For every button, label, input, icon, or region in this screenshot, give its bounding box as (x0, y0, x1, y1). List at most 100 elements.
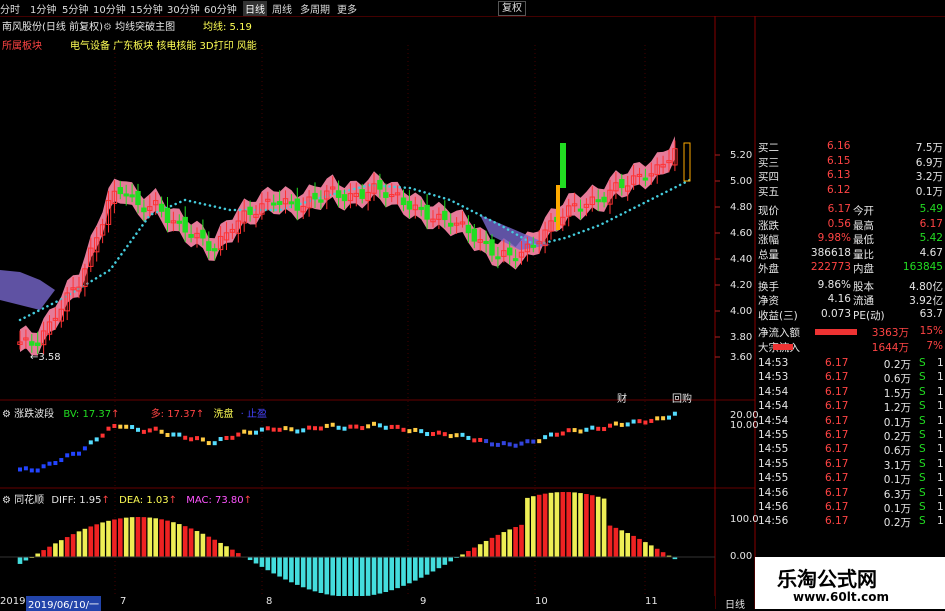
flow-value: 3363万 (871, 327, 909, 339)
wave-mark (118, 424, 123, 429)
finance-marker[interactable]: 财 (617, 390, 627, 405)
date-prefix: 2019 (0, 596, 26, 607)
macd-bar (289, 557, 294, 583)
wave-mark (195, 436, 199, 441)
macd-bar (448, 557, 453, 562)
wave-mark (413, 427, 418, 432)
stat-label: 股本 (853, 280, 874, 293)
tick-count: 1 (937, 357, 944, 369)
wave-mark (478, 437, 483, 442)
macd-bar (17, 557, 23, 564)
candle-body (359, 189, 365, 199)
tick-time: 14:54 (758, 385, 789, 398)
axis-tick-label: 4.80 (730, 202, 753, 213)
wave-mark (106, 426, 111, 431)
wave-mark (224, 435, 229, 440)
wave-mark (313, 426, 317, 431)
macd-bar (595, 496, 601, 557)
macd-bar (135, 517, 141, 557)
watermark: 乐淘公式网 www.60lt.com (755, 557, 945, 609)
wave-mark (454, 433, 459, 438)
wave-mark (372, 421, 376, 426)
wave-mark (171, 432, 176, 437)
wave-mark (655, 416, 660, 421)
macd-bar (495, 534, 501, 557)
tick-count: 1 (937, 400, 944, 413)
gear-icon[interactable]: ⚙ (2, 495, 11, 506)
macd-bar (88, 526, 94, 557)
macd-bar (643, 542, 648, 557)
macd-bar (359, 557, 365, 597)
tick-time: 14:55 (758, 472, 789, 485)
order-book-row[interactable]: 买四 6.13 3.2万 (755, 169, 945, 183)
wave-mark (661, 416, 666, 421)
stat-value: 5.49 (919, 203, 943, 215)
wave-mark (602, 427, 607, 432)
tick-time: 14:56 (758, 501, 789, 513)
wave-mark (501, 441, 506, 446)
tick-row: 14:55 6.17 0.2万 S 1 (755, 429, 945, 443)
tick-row: 14:55 6.17 3.1万 S 1 (755, 458, 945, 472)
wave-mark (436, 430, 441, 435)
macd-bar (59, 540, 64, 557)
macd-bar (306, 557, 312, 590)
macd-bar (318, 557, 324, 593)
tick-time: 14:53 (758, 357, 789, 369)
macd-bar (566, 492, 571, 557)
candle-body (424, 204, 430, 220)
axis-tick-label: 5.20 (730, 150, 753, 161)
order-book-row[interactable]: 买五 6.12 0.1万 (755, 184, 945, 198)
stat-label: 现价 (758, 205, 779, 217)
wave-mark (560, 431, 565, 436)
stat-value: 222773 (810, 261, 851, 273)
tick-price: 6.17 (825, 371, 849, 384)
wave-mark (448, 434, 453, 439)
macd-bar (554, 492, 560, 557)
macd-bar (631, 535, 636, 557)
tick-count: 1 (937, 501, 944, 513)
macd-bar (218, 542, 223, 557)
stat-value: 9.98% (817, 232, 851, 244)
order-book-row[interactable]: 买三 6.15 6.9万 (755, 155, 945, 169)
macd-bar (654, 548, 660, 557)
buyback-marker[interactable]: 回购 (672, 390, 692, 405)
quote-panel: 买二 6.16 7.5万 买三 6.15 6.9万 买四 6.13 3.2万 买五 6.12 0.1万… (755, 140, 945, 609)
wave-mark (348, 424, 353, 429)
macd-bar (64, 537, 70, 557)
gear-icon[interactable]: ⚙ (2, 409, 11, 420)
candle-body (495, 256, 501, 260)
wave-mark (136, 427, 140, 432)
flow-bar (773, 343, 793, 350)
macd-bar (182, 526, 188, 557)
wave-mark (177, 432, 182, 437)
macd-bar (112, 519, 117, 557)
sub2-name: 同花顺 (14, 495, 45, 506)
wave-mark (206, 441, 211, 446)
macd-bar (106, 520, 111, 557)
wave-mark (407, 429, 412, 434)
candle-body (312, 192, 318, 200)
wave-mark (460, 432, 465, 437)
macd-bar (283, 557, 288, 580)
candle-body (200, 229, 206, 239)
wave-mark (672, 411, 677, 416)
candle-body (294, 198, 301, 211)
wave-mark (596, 426, 601, 431)
macd-bar (118, 518, 123, 557)
macd-bar (383, 557, 389, 593)
wave-mark (608, 423, 612, 428)
tick-side: S (919, 357, 926, 369)
tick-price: 6.17 (825, 429, 849, 441)
macd-bar (129, 517, 135, 557)
macd-bar (76, 531, 82, 557)
wave-mark (100, 433, 105, 438)
macd-bar (212, 539, 217, 557)
wave-mark (401, 427, 406, 432)
axis-tick-label: 4.60 (730, 228, 753, 239)
order-book-row[interactable]: 买二 6.16 7.5万 (755, 140, 945, 154)
tick-time: 14:53 (758, 371, 789, 384)
wave-mark (189, 437, 194, 442)
wave-mark (537, 439, 542, 444)
candle-body (601, 196, 607, 203)
wave-mark (53, 461, 58, 466)
